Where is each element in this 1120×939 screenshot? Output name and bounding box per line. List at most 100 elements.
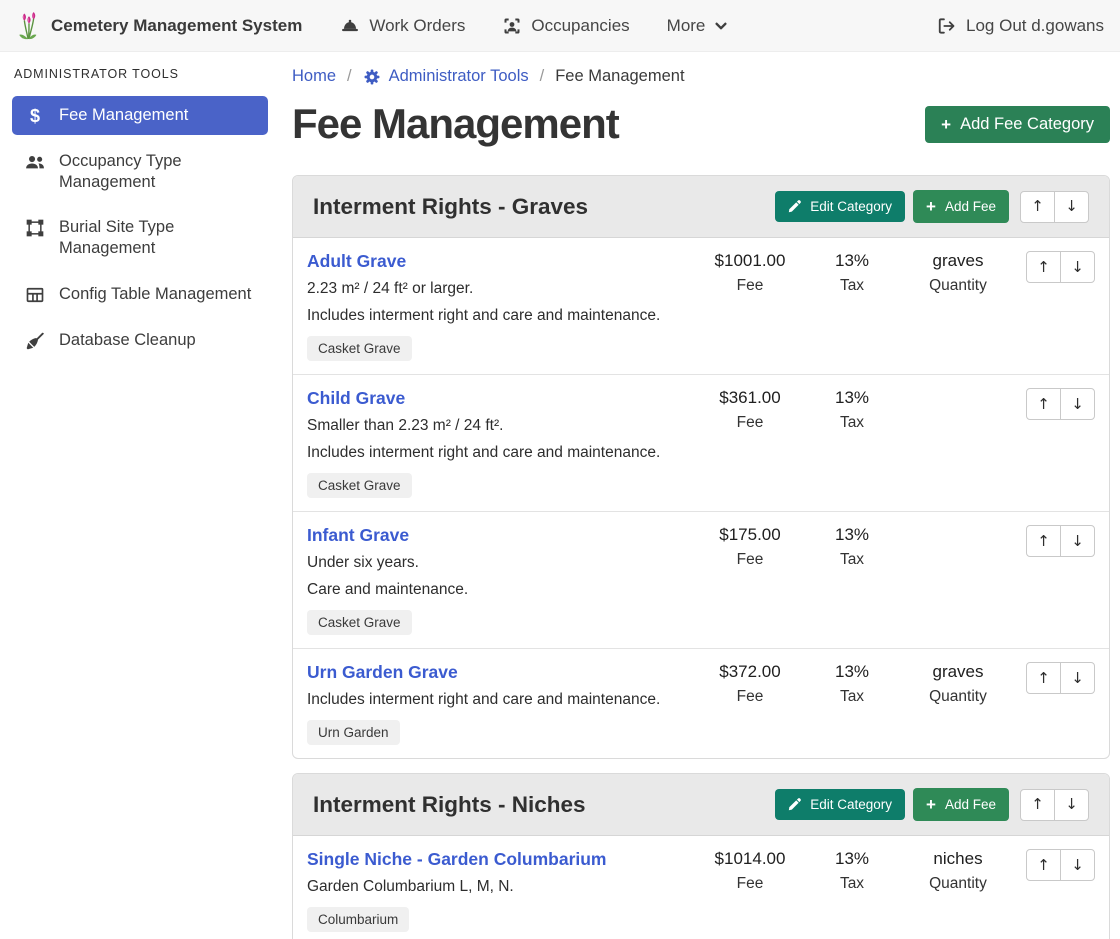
fee-quantity: niches <box>902 849 1014 869</box>
nav-more-dropdown[interactable]: More <box>667 16 729 36</box>
sidebar-item-burial-site-type-management[interactable]: Burial Site Type Management <box>12 208 268 267</box>
fee-name-link[interactable]: Adult Grave <box>307 251 406 272</box>
add-fee-button[interactable]: + Add Fee <box>913 788 1009 821</box>
breadcrumb-separator: / <box>540 67 545 86</box>
move-up-button[interactable]: ↑ <box>1026 849 1061 881</box>
category-header: Interment Rights - Niches Edit Category … <box>293 774 1109 836</box>
add-fee-label: Add Fee <box>945 797 996 812</box>
fee-quantity: graves <box>902 662 1014 682</box>
fee-amount-label: Fee <box>698 414 802 432</box>
fee-tax: 13% <box>802 388 902 408</box>
main-content: Home / Administrat <box>280 52 1120 939</box>
fee-tax: 13% <box>802 251 902 271</box>
fee-description: Care and maintenance. <box>307 581 690 599</box>
fee-amount-label: Fee <box>698 688 802 706</box>
add-fee-button[interactable]: + Add Fee <box>913 190 1009 223</box>
fee-amount-label: Fee <box>698 277 802 295</box>
fee-description: 2.23 m² / 24 ft² or larger. <box>307 280 690 298</box>
sign-out-icon <box>936 16 956 36</box>
gear-icon <box>363 68 381 86</box>
breadcrumb-separator: / <box>347 67 352 86</box>
fee-amount: $1014.00 <box>698 849 802 869</box>
sidebar-item-config-table-management[interactable]: Config Table Management <box>12 275 268 314</box>
fee-name-link[interactable]: Single Niche - Garden Columbarium <box>307 849 607 870</box>
sidebar: ADMINISTRATOR TOOLS $ Fee Management Occ… <box>0 52 280 387</box>
category-title: Interment Rights - Graves <box>313 194 767 220</box>
move-down-button[interactable]: ↓ <box>1054 789 1089 821</box>
fee-type-badge: Columbarium <box>307 907 409 932</box>
nav-work-orders-label: Work Orders <box>369 16 465 36</box>
fee-amount: $175.00 <box>698 525 802 545</box>
sidebar-item-label: Config Table Management <box>59 284 251 305</box>
move-down-button[interactable]: ↓ <box>1054 191 1089 223</box>
move-down-button[interactable]: ↓ <box>1060 662 1095 694</box>
move-up-button[interactable]: ↑ <box>1020 191 1055 223</box>
fee-row: Single Niche - Garden Columbarium Garden… <box>293 836 1109 939</box>
fee-row: Child Grave Smaller than 2.23 m² / 24 ft… <box>293 375 1109 512</box>
fee-list: Adult Grave 2.23 m² / 24 ft² or larger. … <box>293 238 1109 758</box>
move-up-button[interactable]: ↑ <box>1026 251 1061 283</box>
fee-description: Includes interment right and care and ma… <box>307 307 690 325</box>
fee-name-link[interactable]: Infant Grave <box>307 525 409 546</box>
fee-reorder-group: ↑ ↓ <box>1026 525 1095 557</box>
breadcrumb-home-link[interactable]: Home <box>292 67 336 86</box>
fee-reorder-group: ↑ ↓ <box>1026 388 1095 420</box>
fee-reorder-group: ↑ ↓ <box>1026 849 1095 881</box>
breadcrumb: Home / Administrat <box>292 67 1110 86</box>
fee-quantity-label: Quantity <box>902 688 1014 706</box>
category-reorder-group: ↑ ↓ <box>1020 789 1089 821</box>
fee-amount: $372.00 <box>698 662 802 682</box>
move-down-button[interactable]: ↓ <box>1060 388 1095 420</box>
breadcrumb-admin-tools-link[interactable]: Administrator Tools <box>363 67 529 86</box>
sidebar-heading: ADMINISTRATOR TOOLS <box>14 67 266 81</box>
move-down-button[interactable]: ↓ <box>1060 251 1095 283</box>
sidebar-item-fee-management[interactable]: $ Fee Management <box>12 96 268 135</box>
nav-work-orders[interactable]: Work Orders <box>340 16 465 36</box>
sidebar-item-occupancy-type-management[interactable]: Occupancy Type Management <box>12 142 268 201</box>
move-up-button[interactable]: ↑ <box>1026 662 1061 694</box>
move-down-button[interactable]: ↓ <box>1060 525 1095 557</box>
fee-list: Single Niche - Garden Columbarium Garden… <box>293 836 1109 939</box>
fee-tax-label: Tax <box>802 875 902 893</box>
fee-name-link[interactable]: Urn Garden Grave <box>307 662 458 683</box>
fee-description: Garden Columbarium L, M, N. <box>307 878 690 896</box>
breadcrumb-home-label: Home <box>292 67 336 86</box>
fee-amount: $361.00 <box>698 388 802 408</box>
move-up-button[interactable]: ↑ <box>1026 388 1061 420</box>
move-up-button[interactable]: ↑ <box>1020 789 1055 821</box>
users-icon <box>24 152 46 172</box>
fee-type-badge: Casket Grave <box>307 610 412 635</box>
category-header: Interment Rights - Graves Edit Category … <box>293 176 1109 238</box>
fee-amount-label: Fee <box>698 875 802 893</box>
category-title: Interment Rights - Niches <box>313 792 767 818</box>
add-fee-category-label: Add Fee Category <box>960 115 1094 134</box>
sidebar-item-database-cleanup[interactable]: Database Cleanup <box>12 321 268 360</box>
fee-description: Includes interment right and care and ma… <box>307 691 690 709</box>
person-frame-icon <box>502 16 522 36</box>
fee-tax-label: Tax <box>802 551 902 569</box>
brand[interactable]: Cemetery Management System <box>16 11 302 41</box>
table-icon <box>24 285 46 305</box>
edit-category-button[interactable]: Edit Category <box>775 191 905 222</box>
edit-category-label: Edit Category <box>810 797 892 812</box>
add-fee-label: Add Fee <box>945 199 996 214</box>
fee-row: Urn Garden Grave Includes interment righ… <box>293 649 1109 758</box>
fee-row: Infant Grave Under six years. Care and m… <box>293 512 1109 649</box>
move-down-button[interactable]: ↓ <box>1060 849 1095 881</box>
nav-occupancies[interactable]: Occupancies <box>502 16 629 36</box>
nav-occupancies-label: Occupancies <box>531 16 629 36</box>
add-fee-category-button[interactable]: + Add Fee Category <box>925 106 1110 143</box>
fee-name-link[interactable]: Child Grave <box>307 388 405 409</box>
logout-button[interactable]: Log Out d.gowans <box>936 16 1104 36</box>
top-navbar: Cemetery Management System Work Orders O… <box>0 0 1120 52</box>
fee-quantity: graves <box>902 251 1014 271</box>
sidebar-item-label: Occupancy Type Management <box>59 151 256 192</box>
edit-category-label: Edit Category <box>810 199 892 214</box>
sidebar-item-label: Burial Site Type Management <box>59 217 256 258</box>
fee-tax-label: Tax <box>802 688 902 706</box>
move-up-button[interactable]: ↑ <box>1026 525 1061 557</box>
fee-tax: 13% <box>802 662 902 682</box>
fee-type-badge: Casket Grave <box>307 336 412 361</box>
edit-category-button[interactable]: Edit Category <box>775 789 905 820</box>
plus-icon: + <box>926 198 936 215</box>
